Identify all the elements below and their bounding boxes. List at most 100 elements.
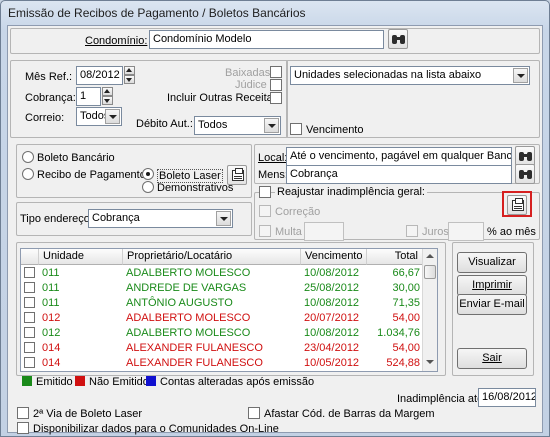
inadimplencia-field[interactable]: 16/08/2012	[478, 388, 536, 407]
boleto-laser-config-button[interactable]	[227, 165, 247, 185]
cell-proprietario: ADALBERTO MOLESCO	[126, 312, 251, 324]
cell-proprietario: ANDREDE DE VARGAS	[126, 282, 247, 294]
reajustar-config-button[interactable]	[507, 195, 527, 215]
row-checkbox[interactable]	[24, 267, 35, 278]
judice-checkbox[interactable]	[270, 79, 282, 91]
mes-ref-stepper[interactable]	[124, 66, 135, 85]
nao-emitido-swatch	[75, 376, 85, 386]
emitido-swatch	[22, 376, 32, 386]
scroll-up-icon[interactable]	[424, 249, 436, 263]
visualizar-button[interactable]: Visualizar	[457, 252, 527, 273]
endereco-label: Tipo endereço:	[20, 213, 93, 225]
correcao-checkbox[interactable]	[259, 205, 271, 217]
condominio-label: Condomínio:	[85, 35, 148, 47]
row-checkbox[interactable]	[24, 282, 35, 293]
afastar-checkbox[interactable]	[248, 407, 260, 419]
mens-field[interactable]: Cobrança	[286, 165, 512, 184]
main-window: Emissão de Recibos de Pagamento / Boleto…	[0, 0, 550, 437]
chevron-down-icon	[216, 211, 231, 226]
sair-button[interactable]: Sair	[457, 348, 527, 369]
boleto-laser-radio[interactable]	[142, 168, 154, 180]
cell-total: 1.034,76	[377, 327, 420, 339]
binoculars-icon	[392, 35, 405, 44]
table-row[interactable]: 011 ANDREDE DE VARGAS 25/08/2012 30,00	[21, 281, 423, 296]
table-row[interactable]: 014 ALEXANDER FULANESCO 23/04/2012 54,00	[21, 341, 423, 356]
cell-vencimento: 20/07/2012	[304, 312, 360, 324]
correio-select[interactable]: Todos	[76, 107, 122, 126]
unidades-select[interactable]: Unidades selecionadas na lista abaixo	[290, 66, 530, 85]
cell-proprietario: ALEXANDER FULANESCO	[126, 342, 263, 354]
correcao-label: Correção	[275, 206, 321, 218]
demonstrativos-label: Demonstrativos	[157, 182, 234, 194]
multa-field[interactable]	[304, 222, 344, 241]
debito-select[interactable]: Todos	[194, 116, 281, 135]
debito-label: Débito Aut.:	[136, 118, 193, 130]
recibo-pagamento-label: Recibo de Pagamento	[37, 169, 146, 181]
juros-checkbox[interactable]	[406, 225, 418, 237]
cobranca-field[interactable]: 1	[76, 87, 101, 106]
unidades-value: Unidades selecionadas na lista abaixo	[294, 69, 482, 81]
mens-label: Mens:	[258, 169, 288, 181]
mes-ref-field[interactable]: 08/2012	[76, 66, 123, 85]
cell-vencimento: 10/08/2012	[304, 267, 360, 279]
endereco-select[interactable]: Cobrança	[88, 209, 233, 228]
mens-search-button[interactable]	[515, 164, 535, 184]
cell-vencimento: 10/08/2012	[304, 297, 360, 309]
table-row[interactable]: 011 ADALBERTO MOLESCO 10/08/2012 66,67	[21, 266, 423, 281]
row-checkbox[interactable]	[24, 297, 35, 308]
cell-vencimento: 10/05/2012	[304, 357, 360, 369]
reajustar-checkbox[interactable]	[259, 186, 271, 198]
table-scrollbar[interactable]	[422, 249, 437, 371]
segunda-via-label: 2ª Via de Boleto Laser	[33, 408, 143, 420]
cobranca-stepper[interactable]	[102, 87, 113, 106]
mes-ref-label: Mês Ref.:	[25, 71, 73, 83]
imprimir-button[interactable]: Imprimir	[457, 275, 527, 296]
table-row[interactable]: 011 ANTÔNIO AUGUSTO 10/08/2012 71,35	[21, 296, 423, 311]
cell-unidade: 011	[42, 267, 60, 279]
table-row[interactable]: 012 ADALBERTO MOLESCO 10/08/2012 1.034,76	[21, 326, 423, 341]
row-checkbox[interactable]	[24, 342, 35, 353]
row-checkbox[interactable]	[24, 357, 35, 368]
boleto-laser-label: Boleto Laser	[157, 169, 223, 183]
table-row[interactable]: 014 ALEXANDER FULANESCO 10/05/2012 524,88	[21, 356, 423, 371]
scroll-thumb[interactable]	[424, 265, 436, 279]
correio-label: Correio:	[25, 112, 65, 124]
juros-field[interactable]	[448, 222, 484, 241]
scroll-down-icon[interactable]	[424, 355, 436, 369]
boleto-bancario-radio[interactable]	[22, 151, 34, 163]
client-area: Condomínio: Condomínio Modelo Mês Ref.: …	[7, 25, 543, 435]
column-header[interactable]: Vencimento	[301, 249, 367, 265]
cell-unidade: 014	[42, 357, 61, 369]
cell-total: 30,00	[392, 282, 420, 294]
cell-total: 66,67	[392, 267, 420, 279]
incluir-checkbox[interactable]	[270, 92, 282, 104]
cell-total: 71,35	[392, 297, 420, 309]
disponibilizar-checkbox[interactable]	[17, 422, 29, 434]
row-checkbox[interactable]	[24, 327, 35, 338]
row-checkbox[interactable]	[24, 312, 35, 323]
condominio-search-button[interactable]	[388, 29, 408, 49]
multa-checkbox[interactable]	[259, 225, 271, 237]
local-field[interactable]: Até o vencimento, pagável em qualquer Ba…	[286, 147, 512, 166]
enviar-email-button[interactable]: Enviar E-mail	[457, 294, 527, 315]
condominio-field[interactable]: Condomínio Modelo	[149, 30, 384, 49]
local-label: Local:	[258, 152, 288, 164]
column-header[interactable]: Total	[367, 249, 423, 265]
binoculars-icon	[519, 170, 532, 179]
cell-proprietario: ANTÔNIO AUGUSTO	[126, 297, 233, 309]
cell-vencimento: 10/08/2012	[304, 327, 360, 339]
disponibilizar-label: Disponibilizar dados para o Comunidades …	[33, 423, 279, 435]
recibo-pagamento-radio[interactable]	[22, 168, 34, 180]
column-header[interactable]: Unidade	[39, 249, 123, 265]
local-search-button[interactable]	[515, 146, 535, 166]
units-table: Unidade Proprietário/Locatário Venciment…	[20, 248, 438, 372]
vencimento-checkbox[interactable]	[290, 123, 302, 135]
cell-proprietario: ADALBERTO MOLESCO	[126, 327, 251, 339]
juros-label: Juros	[422, 226, 449, 238]
segunda-via-checkbox[interactable]	[17, 407, 29, 419]
baixadas-checkbox[interactable]	[270, 66, 282, 78]
table-row[interactable]: 012 ADALBERTO MOLESCO 20/07/2012 54,00	[21, 311, 423, 326]
cell-proprietario: ADALBERTO MOLESCO	[126, 267, 251, 279]
column-header[interactable]: Proprietário/Locatário	[123, 249, 301, 265]
demonstrativos-radio[interactable]	[142, 181, 154, 193]
